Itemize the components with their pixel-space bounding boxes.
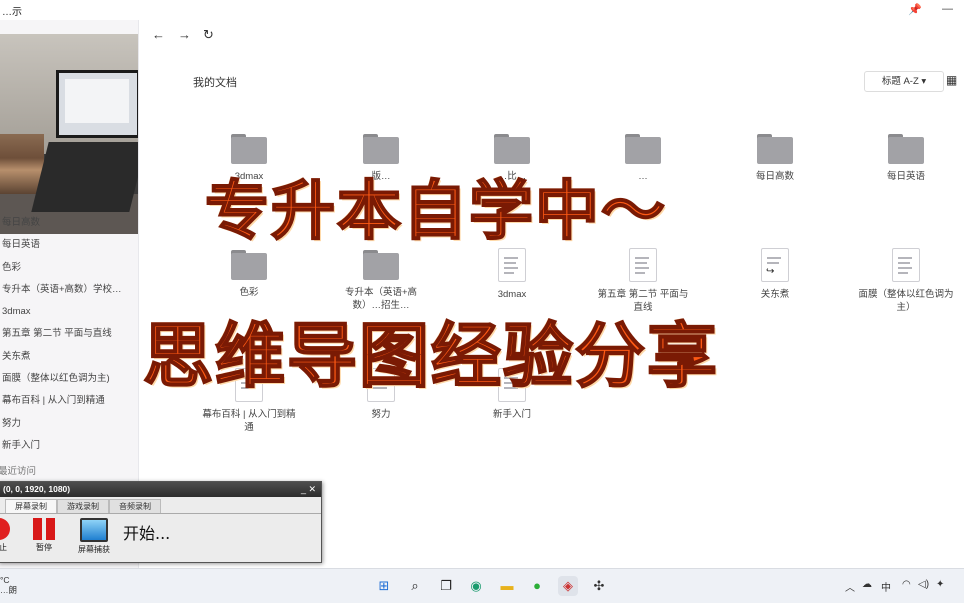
pin-icon[interactable]: 📌 bbox=[908, 3, 922, 16]
sidebar-list: 每日高数 每日英语 色彩 专升本（英语+高数）学校… 3dmax 第五章 第二节… bbox=[2, 216, 136, 461]
sidebar-item[interactable]: 3dmax bbox=[2, 305, 136, 327]
tab-game-record[interactable]: 游戏录制 bbox=[57, 499, 109, 513]
weather-widget[interactable]: °C …朗 bbox=[0, 575, 17, 595]
stop-icon bbox=[0, 518, 10, 540]
doc-item[interactable]: ↪ 关东煮 bbox=[727, 248, 823, 301]
sidebar-item[interactable]: 第五章 第二节 平面与直线 bbox=[2, 327, 136, 349]
title-bar: …示 📌 — bbox=[0, 0, 964, 20]
close-icon[interactable]: _ ✕ bbox=[301, 482, 316, 497]
overlay-headline: 专升本自学中～ bbox=[204, 174, 667, 250]
file-name: 努力 bbox=[371, 409, 391, 420]
recorder-title: (0, 0, 1920, 1080) bbox=[0, 482, 321, 497]
sidebar-item[interactable]: 专升本（英语+高数）学校… bbox=[2, 283, 136, 305]
folder-item[interactable]: 每日高数 bbox=[727, 134, 823, 183]
sidebar-item[interactable]: 每日高数 bbox=[2, 216, 136, 238]
sidebar-item[interactable]: 面膜（整体以红色调为主) bbox=[2, 372, 136, 394]
pause-button[interactable]: 暂停 bbox=[29, 518, 59, 553]
wifi-icon[interactable]: ◠ bbox=[902, 579, 911, 590]
file-explorer-icon[interactable]: ▬ bbox=[497, 576, 517, 596]
sidebar-item[interactable]: 努力 bbox=[2, 417, 136, 439]
edge-browser-icon[interactable]: ◉ bbox=[466, 576, 486, 596]
tab-screen-record[interactable]: 屏幕录制 bbox=[5, 499, 57, 513]
folder-icon bbox=[363, 250, 399, 280]
file-name: 色彩 bbox=[239, 287, 259, 298]
forward-icon[interactable]: → bbox=[178, 27, 191, 42]
share-arrow-icon: ↪ bbox=[766, 266, 775, 277]
sidebar-item[interactable]: 关东煮 bbox=[2, 350, 136, 372]
sidebar-item[interactable]: 每日英语 bbox=[2, 238, 136, 260]
grid-view-icon[interactable]: ▦ bbox=[946, 73, 960, 87]
volume-icon[interactable]: ◁) bbox=[918, 579, 929, 590]
app-icon[interactable]: ✣ bbox=[589, 576, 609, 596]
screen-capture-label: 屏幕捕获 bbox=[78, 545, 110, 554]
back-icon[interactable]: ← bbox=[152, 27, 165, 42]
weather-text: …朗 bbox=[0, 585, 18, 595]
refresh-icon[interactable]: ↻ bbox=[203, 27, 214, 43]
monitor-icon bbox=[80, 518, 108, 542]
sort-dropdown[interactable]: 标题 A-Z ▾ bbox=[864, 71, 944, 92]
recorder-app-icon[interactable]: ◈ bbox=[558, 576, 578, 596]
stop-label: 止 bbox=[0, 543, 7, 552]
onedrive-icon[interactable]: ☁ bbox=[862, 579, 872, 590]
weather-temp: °C bbox=[0, 575, 10, 585]
recorder-status: 开始... bbox=[123, 524, 171, 543]
file-name: 每日高数 bbox=[755, 171, 794, 182]
file-name: 幕布百科 | 从入门到精通 bbox=[202, 409, 296, 433]
doc-item[interactable]: 面膜（整体以红色调为主） bbox=[858, 248, 954, 314]
taskbar: °C …朗 ⊞ ⌕ ❐ ◉ ▬ ● ◈ ✣ ︿ ☁ 中 ◠ ◁) ✦ bbox=[0, 568, 964, 603]
document-icon bbox=[892, 248, 920, 282]
file-name: 面膜（整体以红色调为主） bbox=[858, 289, 954, 313]
task-view-icon[interactable]: ❐ bbox=[436, 576, 456, 596]
recent-section-label[interactable]: 最近访问 bbox=[0, 463, 36, 477]
folder-icon bbox=[231, 250, 267, 280]
screen-recorder-window[interactable]: (0, 0, 1920, 1080) _ ✕ 屏幕录制 游戏录制 音频录制 止 … bbox=[0, 481, 322, 563]
tab-audio-record[interactable]: 音频录制 bbox=[109, 499, 161, 513]
wechat-icon[interactable]: ● bbox=[527, 576, 547, 596]
sidebar-item[interactable]: 幕布百科 | 从入门到精通 bbox=[2, 394, 136, 416]
file-name: 关东煮 bbox=[760, 289, 790, 300]
start-icon[interactable]: ⊞ bbox=[374, 576, 394, 596]
sidebar-item[interactable]: 色彩 bbox=[2, 261, 136, 283]
window-title: …示 bbox=[2, 7, 22, 18]
page-title: 我的文档 bbox=[193, 77, 237, 89]
file-name: 每日英语 bbox=[886, 171, 925, 182]
document-icon bbox=[629, 248, 657, 282]
pause-icon bbox=[33, 518, 55, 540]
minimize-icon[interactable]: — bbox=[942, 3, 953, 15]
folder-item[interactable]: 每日英语 bbox=[858, 134, 954, 183]
doc-item[interactable]: 3dmax bbox=[464, 248, 560, 301]
search-icon[interactable]: ⌕ bbox=[405, 576, 425, 596]
folder-item[interactable]: 色彩 bbox=[201, 250, 297, 299]
ime-indicator[interactable]: 中 bbox=[881, 579, 891, 594]
sidebar-item[interactable]: 新手入门 bbox=[2, 439, 136, 461]
file-name: 新手入门 bbox=[492, 409, 531, 420]
screen-capture-button[interactable]: 屏幕捕获 bbox=[75, 518, 113, 555]
recorder-tabs: 屏幕录制 游戏录制 音频录制 bbox=[0, 499, 321, 514]
cover-photo bbox=[0, 34, 138, 234]
shared-document-icon: ↪ bbox=[761, 248, 789, 282]
pause-label: 暂停 bbox=[36, 543, 52, 552]
stop-button[interactable]: 止 bbox=[0, 518, 11, 553]
chevron-up-icon[interactable]: ︿ bbox=[845, 579, 855, 594]
folder-icon bbox=[757, 134, 793, 164]
document-icon bbox=[498, 248, 526, 282]
tray-app-icon[interactable]: ✦ bbox=[936, 579, 944, 590]
overlay-subheadline: 思维导图经验分享 bbox=[142, 314, 719, 398]
folder-icon bbox=[888, 134, 924, 164]
